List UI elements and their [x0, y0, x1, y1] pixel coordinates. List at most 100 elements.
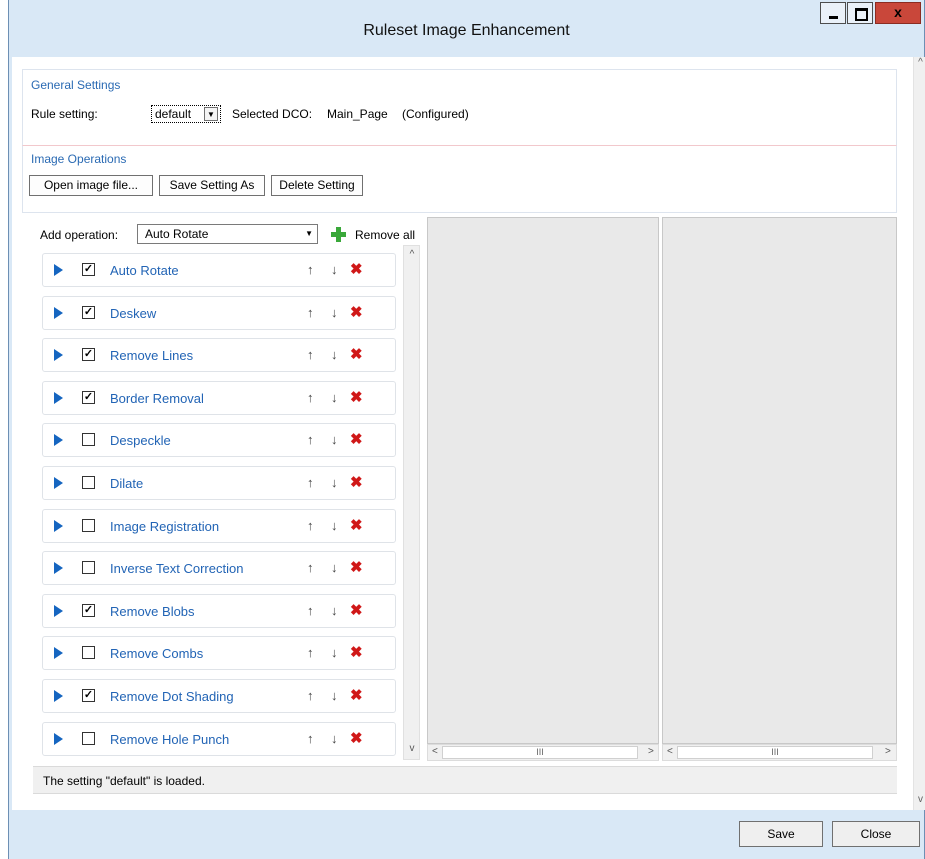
close-button[interactable]: Close [832, 821, 920, 847]
original-image-preview[interactable] [427, 217, 659, 744]
delete-operation-icon[interactable]: ✖ [350, 388, 363, 406]
move-up-icon[interactable]: ↑ [307, 560, 314, 575]
operation-row[interactable]: ✓ Auto Rotate ↑ ↓ ✖ [42, 253, 396, 287]
operation-row[interactable]: Despeckle ↑ ↓ ✖ [42, 423, 396, 457]
scroll-right-icon[interactable]: > [885, 746, 891, 757]
move-down-icon[interactable]: ↓ [331, 603, 338, 618]
add-operation-plus-icon[interactable] [331, 227, 346, 242]
operation-enabled-checkbox[interactable]: ✓ [82, 391, 95, 404]
dialog-vertical-scrollbar[interactable]: ^ v [913, 57, 925, 810]
operation-enabled-checkbox[interactable]: ✓ [82, 604, 95, 617]
move-up-icon[interactable]: ↑ [307, 305, 314, 320]
open-image-file-button[interactable]: Open image file... [29, 175, 153, 196]
processed-image-preview[interactable] [662, 217, 897, 744]
delete-operation-icon[interactable]: ✖ [350, 430, 363, 448]
operation-enabled-checkbox[interactable] [82, 732, 95, 745]
operation-enabled-checkbox[interactable] [82, 519, 95, 532]
minimize-button[interactable] [820, 2, 846, 24]
operation-row[interactable]: ✓ Border Removal ↑ ↓ ✖ [42, 381, 396, 415]
operation-enabled-checkbox[interactable]: ✓ [82, 348, 95, 361]
move-down-icon[interactable]: ↓ [331, 475, 338, 490]
expand-arrow-icon[interactable] [54, 307, 63, 319]
move-down-icon[interactable]: ↓ [331, 518, 338, 533]
operation-enabled-checkbox[interactable] [82, 476, 95, 489]
move-down-icon[interactable]: ↓ [331, 432, 338, 447]
operations-list-scrollbar[interactable]: ^ v [403, 245, 420, 760]
operation-row[interactable]: Inverse Text Correction ↑ ↓ ✖ [42, 551, 396, 585]
operation-row[interactable]: ✓ Remove Dot Shading ↑ ↓ ✖ [42, 679, 396, 713]
move-down-icon[interactable]: ↓ [331, 390, 338, 405]
operation-row[interactable]: Image Registration ↑ ↓ ✖ [42, 509, 396, 543]
move-down-icon[interactable]: ↓ [331, 560, 338, 575]
delete-operation-icon[interactable]: ✖ [350, 303, 363, 321]
remove-all-link[interactable]: Remove all [355, 228, 415, 242]
operation-row[interactable]: Dilate ↑ ↓ ✖ [42, 466, 396, 500]
operation-row[interactable]: Remove Combs ↑ ↓ ✖ [42, 636, 396, 670]
operation-row[interactable]: ✓ Deskew ↑ ↓ ✖ [42, 296, 396, 330]
add-operation-select[interactable]: Auto Rotate ▼ [137, 224, 318, 244]
move-up-icon[interactable]: ↑ [307, 432, 314, 447]
expand-arrow-icon[interactable] [54, 349, 63, 361]
scroll-down-icon[interactable]: v [406, 743, 418, 754]
move-up-icon[interactable]: ↑ [307, 262, 314, 277]
operation-enabled-checkbox[interactable] [82, 561, 95, 574]
maximize-button[interactable] [847, 2, 873, 24]
move-up-icon[interactable]: ↑ [307, 390, 314, 405]
delete-operation-icon[interactable]: ✖ [350, 473, 363, 491]
expand-arrow-icon[interactable] [54, 392, 63, 404]
delete-operation-icon[interactable]: ✖ [350, 260, 363, 278]
move-down-icon[interactable]: ↓ [331, 347, 338, 362]
save-setting-as-button[interactable]: Save Setting As [159, 175, 265, 196]
delete-operation-icon[interactable]: ✖ [350, 558, 363, 576]
operation-enabled-checkbox[interactable] [82, 433, 95, 446]
move-up-icon[interactable]: ↑ [307, 603, 314, 618]
move-down-icon[interactable]: ↓ [331, 731, 338, 746]
delete-operation-icon[interactable]: ✖ [350, 601, 363, 619]
expand-arrow-icon[interactable] [54, 264, 63, 276]
move-up-icon[interactable]: ↑ [307, 645, 314, 660]
scroll-thumb[interactable]: III [442, 746, 638, 759]
save-button[interactable]: Save [739, 821, 823, 847]
move-down-icon[interactable]: ↓ [331, 688, 338, 703]
scroll-up-icon[interactable]: ^ [406, 249, 418, 260]
expand-arrow-icon[interactable] [54, 733, 63, 745]
scroll-down-icon[interactable]: v [915, 794, 925, 806]
move-down-icon[interactable]: ↓ [331, 645, 338, 660]
operation-row[interactable]: ✓ Remove Blobs ↑ ↓ ✖ [42, 594, 396, 628]
delete-setting-button[interactable]: Delete Setting [271, 175, 363, 196]
move-up-icon[interactable]: ↑ [307, 731, 314, 746]
operation-enabled-checkbox[interactable]: ✓ [82, 306, 95, 319]
original-preview-hscrollbar[interactable]: < III > [427, 744, 659, 761]
delete-operation-icon[interactable]: ✖ [350, 516, 363, 534]
close-window-button[interactable]: x [875, 2, 921, 24]
delete-operation-icon[interactable]: ✖ [350, 729, 363, 747]
expand-arrow-icon[interactable] [54, 477, 63, 489]
rule-setting-select[interactable]: default ▼ [151, 105, 221, 123]
operation-row[interactable]: Remove Hole Punch ↑ ↓ ✖ [42, 722, 396, 756]
expand-arrow-icon[interactable] [54, 690, 63, 702]
operation-enabled-checkbox[interactable] [82, 646, 95, 659]
expand-arrow-icon[interactable] [54, 605, 63, 617]
scroll-thumb[interactable]: III [677, 746, 873, 759]
operation-row[interactable]: ✓ Remove Lines ↑ ↓ ✖ [42, 338, 396, 372]
expand-arrow-icon[interactable] [54, 520, 63, 532]
scroll-left-icon[interactable]: < [667, 746, 673, 757]
operation-enabled-checkbox[interactable]: ✓ [82, 263, 95, 276]
scroll-up-icon[interactable]: ^ [915, 57, 925, 69]
processed-preview-hscrollbar[interactable]: < III > [662, 744, 897, 761]
move-down-icon[interactable]: ↓ [331, 262, 338, 277]
move-down-icon[interactable]: ↓ [331, 305, 338, 320]
move-up-icon[interactable]: ↑ [307, 475, 314, 490]
delete-operation-icon[interactable]: ✖ [350, 643, 363, 661]
expand-arrow-icon[interactable] [54, 647, 63, 659]
delete-operation-icon[interactable]: ✖ [350, 345, 363, 363]
expand-arrow-icon[interactable] [54, 562, 63, 574]
scroll-right-icon[interactable]: > [648, 746, 654, 757]
expand-arrow-icon[interactable] [54, 434, 63, 446]
move-up-icon[interactable]: ↑ [307, 347, 314, 362]
scroll-left-icon[interactable]: < [432, 746, 438, 757]
delete-operation-icon[interactable]: ✖ [350, 686, 363, 704]
operation-enabled-checkbox[interactable]: ✓ [82, 689, 95, 702]
move-up-icon[interactable]: ↑ [307, 518, 314, 533]
move-up-icon[interactable]: ↑ [307, 688, 314, 703]
